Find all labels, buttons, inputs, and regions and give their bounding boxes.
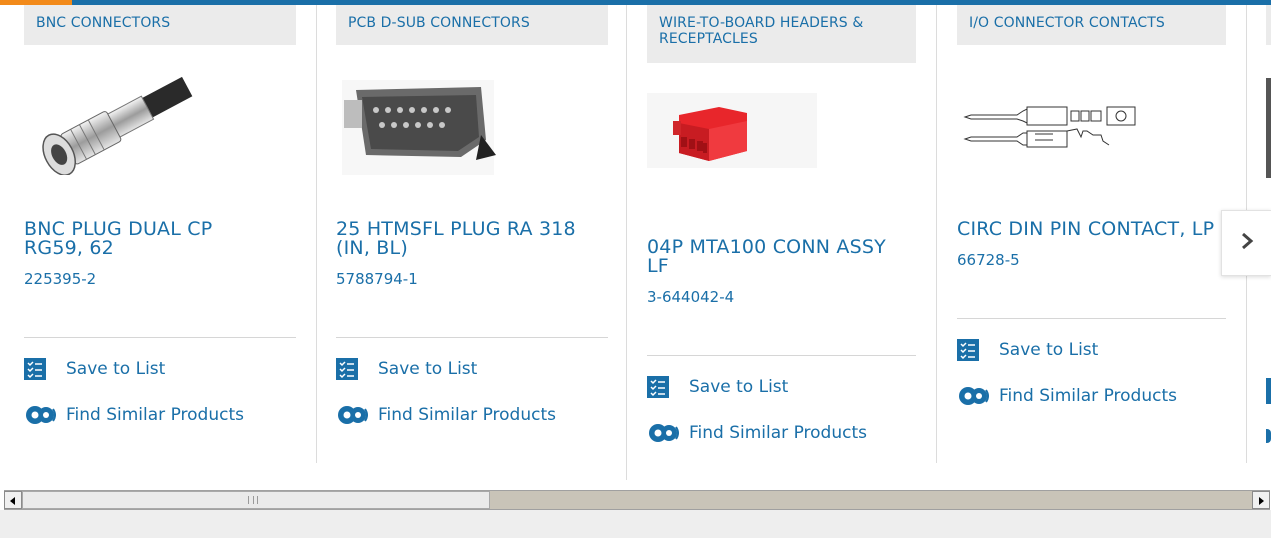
card-divider bbox=[316, 5, 317, 463]
checklist-icon bbox=[24, 358, 46, 380]
next-card-category-peek bbox=[1266, 5, 1271, 45]
page-footer-area bbox=[0, 510, 1271, 538]
save-label: Save to List bbox=[66, 359, 166, 379]
product-image[interactable] bbox=[957, 45, 1229, 175]
red-receptacle-image bbox=[647, 93, 817, 168]
save-to-list-button[interactable]: Save to List bbox=[24, 358, 296, 380]
product-title[interactable]: 25 HTMSFL PLUG RA 318 (IN, BL) bbox=[336, 220, 594, 258]
product-image[interactable] bbox=[647, 63, 919, 193]
category-label[interactable]: PCB D-SUB CONNECTORS bbox=[336, 5, 608, 45]
bnc-connector-image bbox=[42, 76, 193, 176]
card-divider bbox=[936, 5, 937, 463]
checklist-icon bbox=[336, 358, 358, 380]
part-number[interactable]: 3-644042-4 bbox=[647, 288, 919, 306]
save-to-list-button[interactable]: Save to List bbox=[647, 376, 919, 398]
save-label: Save to List bbox=[689, 377, 789, 397]
product-title[interactable]: CIRC DIN PIN CONTACT, LP bbox=[957, 220, 1219, 239]
find-similar-button[interactable]: Find Similar Products bbox=[647, 422, 919, 444]
find-similar-button[interactable]: Find Similar Products bbox=[957, 385, 1229, 407]
save-to-list-button[interactable]: Save to List bbox=[336, 358, 608, 380]
horizontal-scrollbar[interactable] bbox=[4, 490, 1270, 510]
category-label[interactable]: BNC CONNECTORS bbox=[24, 5, 296, 45]
product-card: WIRE-TO-BOARD HEADERS & RECEPTACLES 04P … bbox=[647, 5, 919, 444]
checklist-icon bbox=[647, 376, 669, 398]
gears-icon bbox=[957, 385, 991, 407]
triangle-right-icon bbox=[1257, 491, 1265, 510]
dsub-connector-image bbox=[342, 80, 496, 175]
find-similar-label: Find Similar Products bbox=[66, 405, 244, 425]
find-similar-label: Find Similar Products bbox=[378, 405, 556, 425]
product-card: PCB D-SUB CONNECTORS 25 HTMSFL PLUG RA 3… bbox=[336, 5, 608, 426]
product-title[interactable]: 04P MTA100 CONN ASSY LF bbox=[647, 238, 909, 276]
gears-icon bbox=[647, 422, 681, 444]
next-card-save-peek bbox=[1266, 378, 1271, 404]
gears-icon bbox=[336, 404, 370, 426]
next-card-image-peek bbox=[1266, 78, 1271, 178]
checklist-icon bbox=[957, 339, 979, 361]
product-title[interactable]: BNC PLUG DUAL CP RG59, 62 bbox=[24, 220, 254, 258]
grip-icon bbox=[248, 496, 258, 504]
find-similar-label: Find Similar Products bbox=[999, 386, 1177, 406]
product-carousel: BNC CONNECTORS BNC PLUG DUAL CP RG59, 62… bbox=[0, 5, 1271, 485]
scroll-thumb[interactable] bbox=[22, 491, 490, 509]
part-number[interactable]: 66728-5 bbox=[957, 251, 1229, 269]
product-image[interactable] bbox=[24, 45, 296, 176]
next-card-similar-peek bbox=[1266, 429, 1271, 443]
triangle-left-icon bbox=[9, 491, 17, 510]
product-image[interactable] bbox=[336, 45, 608, 175]
scroll-track[interactable] bbox=[490, 491, 1252, 509]
find-similar-button[interactable]: Find Similar Products bbox=[24, 404, 296, 426]
product-card: BNC CONNECTORS BNC PLUG DUAL CP RG59, 62… bbox=[24, 5, 296, 426]
find-similar-button[interactable]: Find Similar Products bbox=[336, 404, 608, 426]
card-divider bbox=[626, 5, 627, 480]
part-number[interactable]: 225395-2 bbox=[24, 270, 296, 288]
save-label: Save to List bbox=[378, 359, 478, 379]
product-card: I/O CONNECTOR CONTACTS CIRC DIN PIN CONT… bbox=[957, 5, 1229, 407]
gears-icon bbox=[24, 404, 58, 426]
save-to-list-button[interactable]: Save to List bbox=[957, 339, 1229, 361]
scroll-right-button[interactable] bbox=[1252, 491, 1270, 509]
chevron-right-icon bbox=[1240, 232, 1254, 254]
category-label[interactable]: I/O CONNECTOR CONTACTS bbox=[957, 5, 1226, 45]
carousel-next-button[interactable] bbox=[1221, 210, 1271, 276]
save-label: Save to List bbox=[999, 340, 1099, 360]
pin-contact-drawing bbox=[963, 106, 1136, 148]
scroll-left-button[interactable] bbox=[4, 491, 22, 509]
part-number[interactable]: 5788794-1 bbox=[336, 270, 608, 288]
category-label[interactable]: WIRE-TO-BOARD HEADERS & RECEPTACLES bbox=[647, 5, 916, 63]
find-similar-label: Find Similar Products bbox=[689, 423, 867, 443]
